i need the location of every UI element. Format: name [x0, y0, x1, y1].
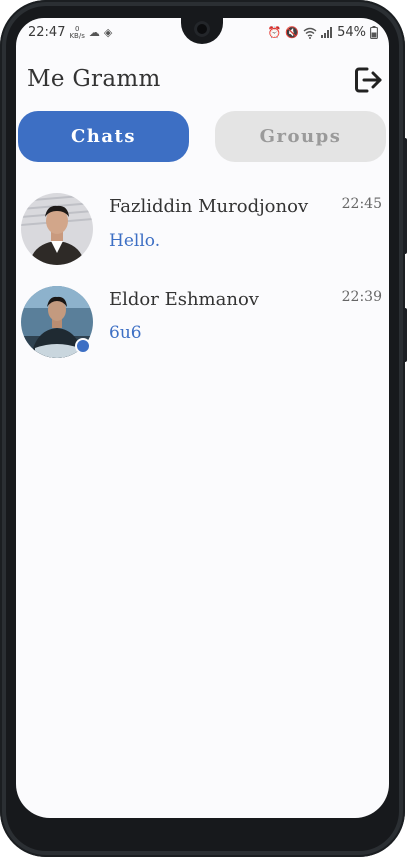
- logout-icon[interactable]: [352, 64, 384, 96]
- mute-icon: 🔇: [285, 26, 300, 39]
- status-time: 22:47: [28, 25, 66, 40]
- chat-item[interactable]: Eldor Eshmanov 22:39 6u6: [18, 286, 388, 366]
- chat-name: Fazliddin Murodjonov: [109, 196, 309, 217]
- chat-name: Eldor Eshmanov: [109, 289, 259, 310]
- avatar: [21, 193, 93, 265]
- cloud-icon: ☁: [88, 26, 100, 39]
- signal-icon: [321, 27, 333, 38]
- status-right: ⏰ 🔇 54%: [268, 25, 378, 40]
- network-speed-unit: KB/s: [69, 31, 85, 40]
- diamond-icon: ◈: [103, 26, 113, 39]
- status-bar: 22:47 0 KB/s ☁ ◈ ⏰ 🔇 54%: [28, 25, 378, 43]
- power-button: [403, 308, 407, 362]
- tab-groups[interactable]: Groups: [215, 111, 386, 162]
- wifi-icon: [303, 27, 317, 39]
- tab-chats-label: Chats: [70, 126, 137, 147]
- status-left: 22:47 0 KB/s ☁ ◈: [28, 25, 112, 40]
- volume-button: [403, 138, 407, 254]
- battery-percent: 54%: [337, 25, 366, 40]
- alarm-icon: ⏰: [267, 26, 282, 39]
- chat-time: 22:45: [341, 196, 382, 212]
- chat-time: 22:39: [341, 289, 382, 305]
- battery-icon: [370, 26, 378, 39]
- chat-preview: Hello.: [109, 231, 161, 251]
- chat-preview: 6u6: [109, 323, 142, 343]
- network-speed: 0 KB/s: [69, 25, 85, 40]
- tab-groups-label: Groups: [259, 126, 342, 147]
- app-title: Me Gramm: [27, 66, 161, 92]
- tab-chats[interactable]: Chats: [18, 111, 189, 162]
- chat-item[interactable]: Fazliddin Murodjonov 22:45 Hello.: [18, 193, 388, 273]
- online-indicator: [75, 338, 91, 354]
